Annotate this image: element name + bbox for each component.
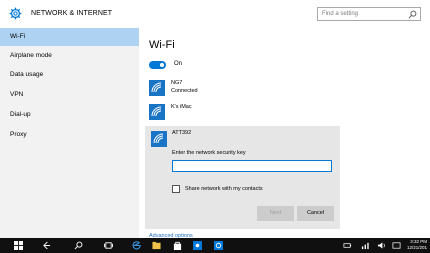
network-name: NG7 bbox=[171, 80, 183, 86]
share-network-label: Share network with my contacts bbox=[185, 186, 263, 192]
sidebar-item-vpn[interactable]: VPN bbox=[0, 86, 139, 104]
app-icon[interactable] bbox=[193, 241, 202, 250]
sidebar: Wi-Fi Airplane mode Data usage VPN Dial-… bbox=[0, 28, 139, 238]
volume-icon[interactable] bbox=[377, 241, 386, 250]
wifi-signal-icon bbox=[151, 131, 167, 147]
next-button[interactable]: Next bbox=[257, 206, 294, 221]
taskbar: 3:32 PM 12/21/201 bbox=[0, 238, 430, 253]
network-name: K's iMac bbox=[171, 104, 192, 110]
network-item-ks-imac[interactable]: K's iMac bbox=[149, 104, 349, 124]
wifi-toggle[interactable] bbox=[149, 61, 166, 69]
security-key-label: Enter the network security key bbox=[172, 150, 246, 156]
main-content: Wi-Fi On NG7 Connected K's iMac ATT392 E… bbox=[139, 28, 430, 239]
search-placeholder: Find a setting bbox=[322, 11, 359, 17]
search-input[interactable]: Find a setting bbox=[317, 7, 421, 21]
search-icon[interactable] bbox=[408, 10, 417, 19]
sidebar-item-wifi[interactable]: Wi-Fi bbox=[0, 28, 139, 46]
gear-icon bbox=[9, 7, 22, 20]
header: NETWORK & INTERNET Find a setting bbox=[0, 0, 430, 28]
network-status: Connected bbox=[171, 88, 198, 94]
network-tray-icon[interactable] bbox=[361, 241, 370, 250]
store-icon[interactable] bbox=[173, 241, 182, 250]
settings-window: NETWORK & INTERNET Find a setting Wi-Fi … bbox=[0, 0, 430, 239]
security-key-input[interactable] bbox=[172, 160, 332, 172]
back-arrow-icon[interactable] bbox=[42, 241, 51, 250]
sidebar-item-proxy[interactable]: Proxy bbox=[0, 126, 139, 144]
page-title: Wi-Fi bbox=[149, 39, 175, 51]
file-explorer-icon[interactable] bbox=[152, 241, 161, 250]
wifi-signal-icon bbox=[149, 80, 165, 96]
page-header-title: NETWORK & INTERNET bbox=[31, 10, 113, 17]
system-clock[interactable]: 3:32 PM 12/21/201 bbox=[407, 239, 427, 251]
settings-app-icon[interactable] bbox=[214, 241, 223, 250]
sidebar-item-airplane-mode[interactable]: Airplane mode bbox=[0, 47, 139, 65]
cancel-button[interactable]: Cancel bbox=[297, 206, 334, 221]
network-item-att392-expanded: ATT392 Enter the network security key Sh… bbox=[145, 126, 340, 229]
network-name: ATT392 bbox=[172, 130, 192, 136]
task-view-icon[interactable] bbox=[104, 241, 113, 250]
edge-browser-icon[interactable] bbox=[132, 241, 141, 250]
sidebar-item-dial-up[interactable]: Dial-up bbox=[0, 106, 139, 124]
notifications-icon[interactable] bbox=[392, 241, 401, 250]
network-item-ng7[interactable]: NG7 Connected bbox=[149, 80, 349, 100]
share-network-checkbox[interactable] bbox=[172, 185, 180, 193]
wifi-signal-icon bbox=[149, 104, 165, 120]
battery-icon[interactable] bbox=[343, 241, 352, 250]
sidebar-item-data-usage[interactable]: Data usage bbox=[0, 66, 139, 84]
search-icon[interactable] bbox=[74, 241, 83, 250]
wifi-toggle-label: On bbox=[174, 61, 183, 67]
windows-start-icon[interactable] bbox=[14, 241, 23, 250]
clock-date: 12/21/201 bbox=[406, 245, 427, 250]
